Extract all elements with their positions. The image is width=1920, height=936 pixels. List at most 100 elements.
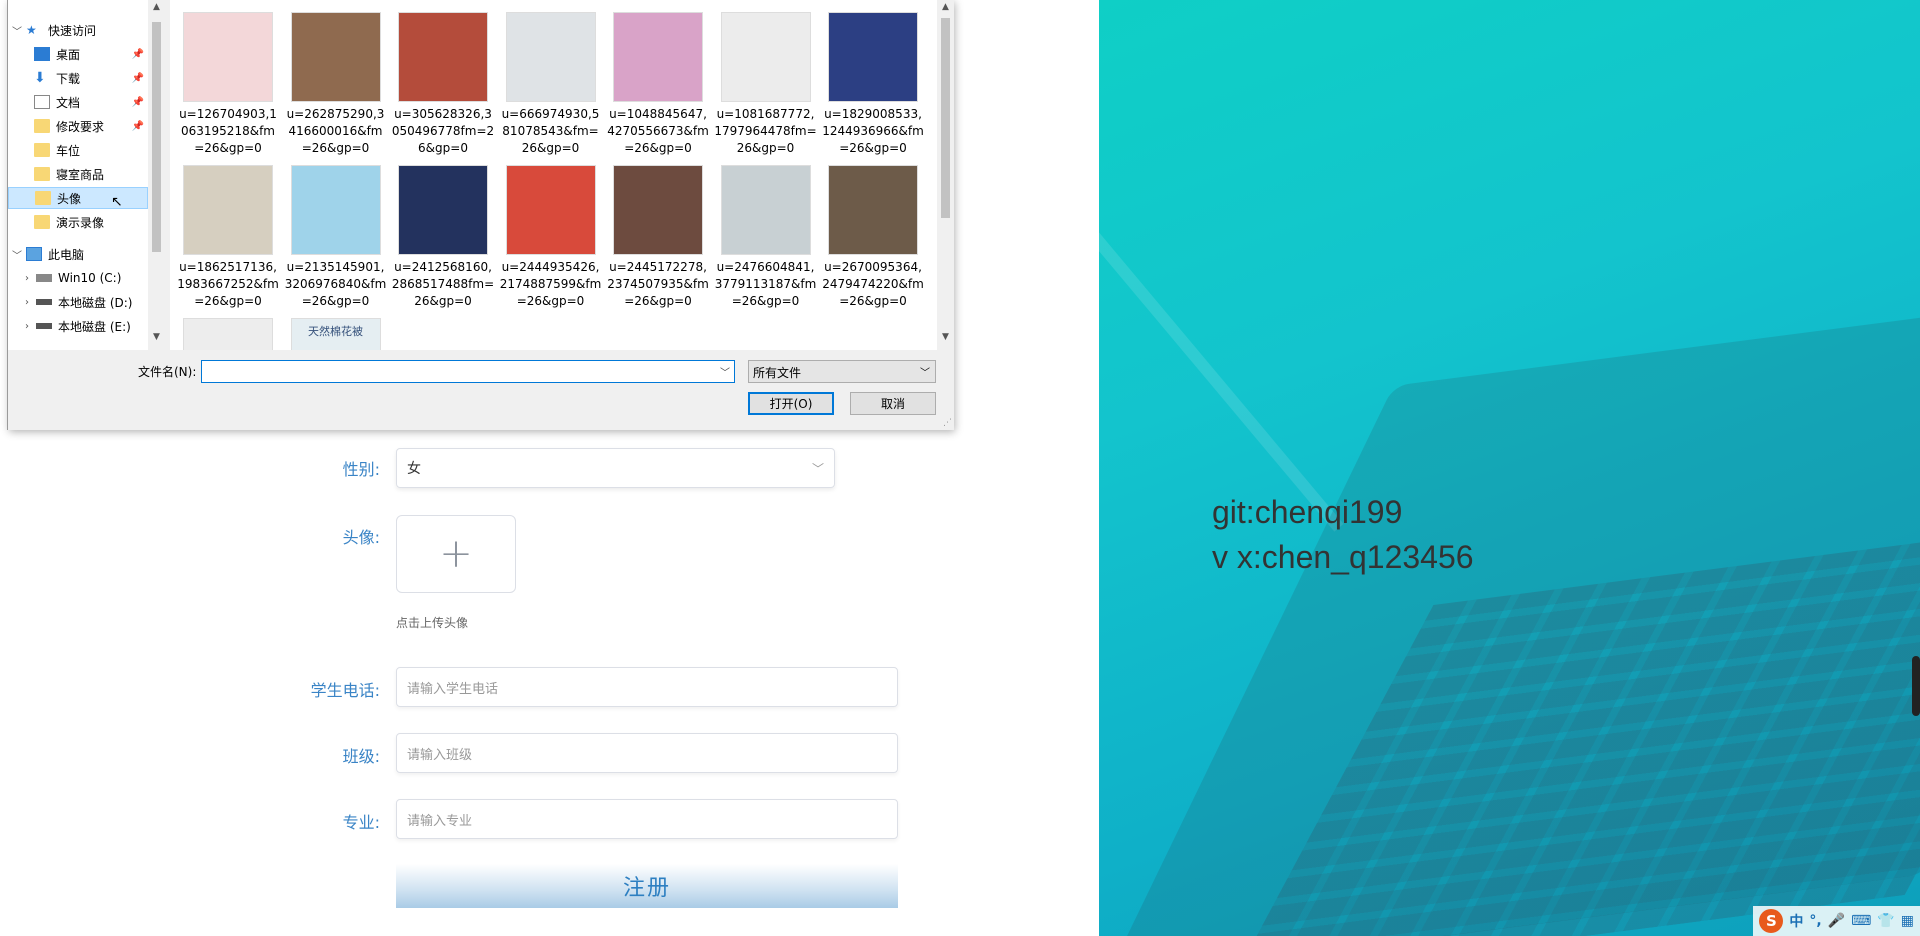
file-item[interactable]: u=2445172278,2374507935&fm=26&gp=0 [606, 165, 710, 310]
file-name: u=2444935426,2174887599&fm=26&gp=0 [499, 260, 602, 308]
nav-scrollbar[interactable]: ▲ ▼ [148, 0, 165, 350]
nav-this-pc[interactable]: ﹀ 此电脑 [8, 243, 148, 265]
file-name: u=262875290,3416600016&fm=26&gp=0 [286, 107, 385, 155]
chevron-down-icon[interactable]: ﹀ [8, 247, 26, 262]
class-row: 班级: [300, 743, 388, 767]
nav-label: 修改要求 [56, 119, 105, 134]
nav-drive-e[interactable]: › 本地磁盘 (E:) [8, 315, 148, 337]
gender-label: 性别: [342, 460, 380, 479]
file-item[interactable]: u=126704903,1063195218&fm=26&gp=0 [176, 12, 280, 157]
file-grid: u=126704903,1063195218&fm=26&gp=0 u=26287… [170, 0, 940, 350]
chevron-right-icon[interactable]: › [18, 321, 36, 332]
scroll-down-icon[interactable]: ▼ [148, 332, 165, 342]
file-item[interactable]: u=2412568160,2868517488fm=26&gp=0 [391, 165, 495, 310]
chevron-right-icon[interactable]: › [18, 297, 36, 308]
folder-icon [34, 215, 50, 229]
file-thumbnail [828, 12, 918, 102]
file-item[interactable]: u=2444935426,2174887599&fm=26&gp=0 [499, 165, 603, 310]
open-button[interactable]: 打开(O) [748, 392, 834, 415]
avatar-upload[interactable]: + [396, 515, 516, 593]
drive-icon [36, 274, 52, 282]
skin-icon[interactable]: 👕 [1877, 913, 1894, 929]
ime-mode[interactable]: 中 [1789, 911, 1803, 931]
class-label: 班级: [342, 747, 380, 766]
phone-input[interactable]: 请输入学生电话 [396, 667, 898, 707]
filename-input[interactable]: ﹀ [201, 360, 735, 383]
dialog-bottom-bar: 文件名(N): ﹀ 所有文件 ﹀ 打开(O) 取消 ⋰ [8, 350, 954, 430]
pin-icon: 📌 [131, 96, 144, 108]
file-name: u=2135145901,3206976840&fm=26&gp=0 [284, 260, 387, 308]
computer-icon [26, 247, 42, 261]
keyboard-icon[interactable]: ⌨ [1851, 913, 1871, 929]
page-scrollbar[interactable] [1912, 656, 1920, 716]
resize-grip-icon[interactable]: ⋰ [943, 418, 952, 428]
file-item[interactable]: u=1829008533,1244936966&fm=26&gp=0 [821, 12, 925, 157]
file-thumbnail [613, 165, 703, 255]
register-button[interactable]: 注册 [396, 864, 898, 908]
file-item[interactable]: u=1081687772,1797964478fm=26&gp=0 [714, 12, 818, 157]
nav-item-avatar-folder[interactable]: 头像 ↖ [8, 187, 148, 210]
file-name: u=1829008533,1244936966&fm=26&gp=0 [822, 107, 924, 155]
background-panel: git:chenqi199 v x:chen_q123456 [1099, 0, 1920, 936]
file-thumbnail [183, 318, 273, 350]
file-item[interactable]: u=262875290,3416600016&fm=26&gp=0 [284, 12, 388, 157]
phone-label: 学生电话: [310, 681, 380, 700]
scroll-thumb[interactable] [941, 18, 950, 218]
file-item[interactable]: u=2476604841,3779113187&fm=26&gp=0 [714, 165, 818, 310]
microphone-icon[interactable]: 🎤 [1828, 913, 1845, 929]
gender-select[interactable]: 女 ﹀ [396, 448, 835, 488]
punctuation-icon[interactable]: °, [1809, 913, 1821, 929]
nav-drive-c[interactable]: › Win10 (C:) [8, 267, 148, 289]
scroll-down-icon[interactable]: ▼ [937, 332, 954, 342]
nav-item-folder[interactable]: 寝室商品 [8, 163, 148, 185]
filetype-select[interactable]: 所有文件 ﹀ [748, 360, 936, 383]
nav-item-folder[interactable]: 车位 [8, 139, 148, 161]
nav-item-downloads[interactable]: ⬇ 下载 📌 [8, 67, 148, 89]
chevron-right-icon[interactable]: › [18, 273, 36, 284]
file-item[interactable]: u=1048845647,4270556673&fm=26&gp=0 [606, 12, 710, 157]
nav-item-folder[interactable]: 修改要求 📌 [8, 115, 148, 137]
folder-icon [34, 119, 50, 133]
scroll-up-icon[interactable]: ▲ [148, 2, 165, 12]
file-item[interactable]: u=2670095364,2479474220&fm=26&gp=0 [821, 165, 925, 310]
panel-decoration [1099, 202, 1344, 532]
chevron-down-icon[interactable]: ﹀ [8, 23, 26, 38]
file-item[interactable]: u=305628326,3050496778fm=26&gp=0 [391, 12, 495, 157]
file-thumbnail [398, 165, 488, 255]
file-scrollbar[interactable]: ▲ ▼ [937, 0, 954, 350]
file-item[interactable]: u=1862517136,1983667252&fm=26&gp=0 [176, 165, 280, 310]
nav-quick-access[interactable]: ﹀ ★ 快速访问 [8, 19, 148, 41]
file-name: u=1862517136,1983667252&fm=26&gp=0 [177, 260, 279, 308]
toolbox-icon[interactable]: ▦ [1901, 913, 1914, 929]
cancel-button[interactable]: 取消 [850, 392, 936, 415]
avatar-row: 头像: [300, 524, 388, 548]
file-item[interactable]: 天然棉花被 [284, 318, 388, 350]
nav-item-documents[interactable]: 文档 📌 [8, 91, 148, 113]
scroll-up-icon[interactable]: ▲ [937, 2, 954, 12]
class-input[interactable]: 请输入班级 [396, 733, 898, 773]
nav-drive-d[interactable]: › 本地磁盘 (D:) [8, 291, 148, 313]
scroll-thumb[interactable] [152, 22, 161, 252]
navigation-pane: ﹀ ★ 快速访问 桌面 📌 ⬇ 下载 📌 文档 📌 修改要求 📌 车位 寝室商品… [8, 0, 148, 350]
file-thumbnail [290, 12, 381, 102]
file-name: u=2476604841,3779113187&fm=26&gp=0 [714, 260, 817, 308]
chevron-down-icon[interactable]: ﹀ [720, 364, 730, 379]
file-thumbnail [505, 165, 596, 255]
file-item[interactable]: u=666974930,581078543&fm=26&gp=0 [499, 12, 603, 157]
nav-label: 本地磁盘 (D:) [58, 295, 133, 310]
nav-item-folder[interactable]: 演示录像 [8, 211, 148, 233]
gender-value: 女 [407, 461, 421, 477]
file-item[interactable] [176, 318, 280, 350]
nav-item-desktop[interactable]: 桌面 📌 [8, 43, 148, 65]
gender-row: 性别: [300, 456, 388, 480]
major-input[interactable]: 请输入专业 [396, 799, 898, 839]
nav-label: Win10 (C:) [58, 271, 122, 285]
avatar-label: 头像: [342, 528, 380, 547]
sogou-ime-icon[interactable]: S [1759, 909, 1784, 933]
git-text: git:chenqi199 [1212, 494, 1403, 530]
file-name: u=666974930,581078543&fm=26&gp=0 [501, 107, 600, 155]
drive-icon [36, 323, 52, 329]
file-name: u=305628326,3050496778fm=26&gp=0 [391, 107, 495, 155]
file-name: u=2670095364,2479474220&fm=26&gp=0 [822, 260, 924, 308]
file-item[interactable]: u=2135145901,3206976840&fm=26&gp=0 [284, 165, 388, 310]
